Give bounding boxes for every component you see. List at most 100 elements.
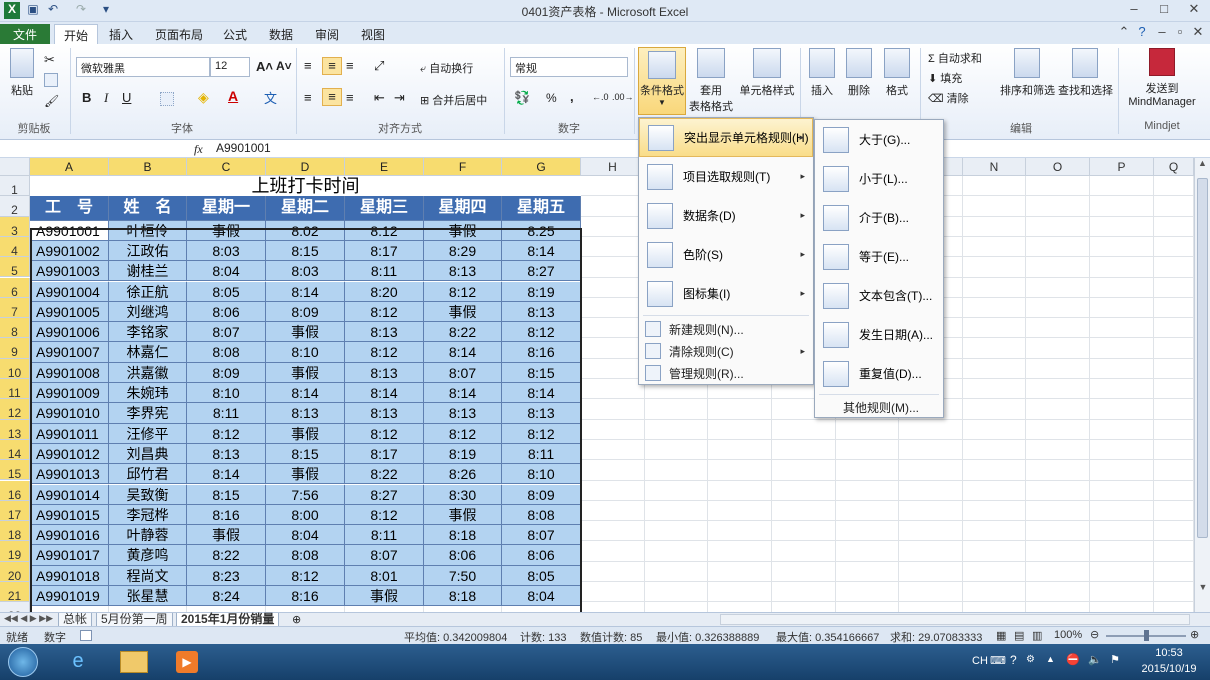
table-header-cell[interactable]: 工 号 [30,196,109,221]
help-tray-icon[interactable]: ? [1010,653,1017,667]
table-cell[interactable]: 8:05 [502,565,581,586]
table-cell[interactable]: 8:07 [345,545,424,566]
table-cell[interactable]: 8:14 [266,383,345,404]
table-cell[interactable]: A9901008 [30,362,109,383]
sort-filter-button[interactable]: 排序和筛选 [1000,48,1055,98]
select-all-corner[interactable] [0,158,30,176]
table-cell[interactable]: 叶桓伶 [109,220,187,241]
table-cell[interactable]: 吴致衡 [109,484,187,505]
table-cell[interactable]: 8:11 [345,525,424,546]
view-normal-icon[interactable]: ▦ [996,629,1006,642]
table-cell[interactable]: 8:12 [424,281,502,302]
table-cell[interactable]: 江政佑 [109,240,187,262]
number-format-combo[interactable]: 常规 [510,57,628,77]
row-header[interactable]: 8 [0,318,30,339]
table-cell[interactable]: 8:12 [345,301,424,323]
ie-icon[interactable]: e [64,650,92,674]
table-cell[interactable]: 8:06 [502,545,581,566]
cond-menu-item[interactable]: 数据条(D) ▸ [639,196,813,235]
table-cell[interactable]: 8:25 [502,220,581,241]
percent-button[interactable]: % [546,91,557,105]
table-cell[interactable]: 8:14 [424,383,502,404]
submenu-item[interactable]: 介于(B)... [815,198,943,237]
start-button[interactable] [8,647,38,677]
table-cell[interactable]: A9901015 [30,504,109,526]
scroll-down-icon[interactable]: ▼ [1195,582,1210,592]
row-header[interactable]: 21 [0,582,30,603]
table-cell[interactable]: 洪嘉徽 [109,362,187,383]
table-cell[interactable]: 事假 [266,464,345,485]
row-header[interactable]: 17 [0,500,30,522]
clock-time[interactable]: 10:53 [1144,647,1194,659]
table-cell[interactable]: 8:12 [345,504,424,526]
table-cell[interactable]: 8:13 [266,403,345,424]
grow-font-icon[interactable]: A˄ [256,59,273,74]
cond-menu-small-item[interactable]: 清除规则(C) ▸ [639,340,813,362]
table-cell[interactable]: 8:12 [345,423,424,444]
table-cell[interactable]: 8:17 [345,443,424,465]
row-header[interactable]: 22 [0,602,30,612]
table-cell[interactable]: 8:22 [424,322,502,343]
column-header[interactable]: P [1090,158,1154,176]
cond-menu-item[interactable]: 项目选取规则(T) ▸ [639,157,813,196]
table-cell[interactable]: A9901005 [30,301,109,323]
row-header[interactable]: 13 [0,419,30,441]
table-cell[interactable]: 8:13 [502,301,581,323]
table-cell[interactable]: 事假 [266,423,345,444]
table-cell[interactable]: 8:09 [266,301,345,323]
zoom-out-icon[interactable]: ⊖ [1090,628,1099,641]
table-cell[interactable]: 李冠桦 [109,504,187,526]
fx-icon[interactable]: fx [194,142,203,157]
table-cell[interactable]: 8:15 [187,484,266,505]
table-cell[interactable]: 8:14 [502,240,581,262]
table-cell[interactable]: 7:56 [266,484,345,505]
column-header[interactable]: N [963,158,1026,176]
table-cell[interactable]: A9901007 [30,342,109,363]
table-cell[interactable]: 8:12 [266,565,345,586]
table-cell[interactable]: 林嘉仁 [109,342,187,363]
table-cell[interactable]: 8:07 [424,362,502,383]
cond-menu-item[interactable]: 色阶(S) ▸ [639,235,813,274]
table-header-cell[interactable]: 星期二 [266,196,345,221]
table-cell[interactable]: 张星慧 [109,586,187,607]
table-cell[interactable]: 8:00 [266,504,345,526]
table-cell[interactable]: 8:24 [187,586,266,607]
table-cell[interactable]: 8:12 [502,423,581,444]
table-cell[interactable]: 8:04 [187,261,266,282]
maximize-button[interactable]: □ [1152,1,1176,19]
row-header[interactable]: 15 [0,460,30,481]
table-header-cell[interactable]: 星期三 [345,196,424,221]
format-cells-button[interactable]: 格式 [880,48,914,98]
table-cell[interactable]: 刘昌典 [109,443,187,465]
row-header[interactable]: 7 [0,297,30,319]
table-cell[interactable]: 朱婉玮 [109,383,187,404]
table-cell[interactable]: 8:02 [266,220,345,241]
column-header[interactable]: Q [1154,158,1194,176]
table-cell[interactable]: 叶静蓉 [109,525,187,546]
table-cell[interactable]: 8:20 [345,281,424,302]
action-center-icon[interactable]: ⚑ [1110,653,1120,666]
table-cell[interactable]: 8:13 [187,443,266,465]
delete-cells-button[interactable]: 删除 [842,48,876,98]
table-cell[interactable]: 8:14 [187,464,266,485]
table-cell[interactable]: A9901006 [30,322,109,343]
table-cell[interactable]: 8:08 [502,504,581,526]
align-bottom-icon[interactable]: ≡ [346,58,354,73]
table-cell[interactable]: 8:12 [424,423,502,444]
table-cell[interactable]: 7:50 [424,565,502,586]
clear-button[interactable]: ⌫ 清除 [928,90,969,106]
cut-icon[interactable]: ✂ [44,52,55,68]
table-cell[interactable]: 8:13 [502,403,581,424]
sheet-tab-jan-sales[interactable]: 2015年1月份销量 [176,613,280,627]
sheet-tab-week1[interactable]: 5月份第一周 [96,613,173,627]
paste-button[interactable]: 粘贴 [6,48,38,118]
row-header[interactable]: 6 [0,277,30,299]
table-cell[interactable]: 8:01 [345,565,424,586]
submenu-item[interactable]: 发生日期(A)... [815,315,943,354]
table-cell[interactable]: 8:14 [345,383,424,404]
table-cell[interactable]: 8:17 [345,240,424,262]
font-name-combo[interactable]: 微软雅黑 [76,57,210,77]
row-header[interactable]: 2 [0,196,30,217]
tab-insert[interactable]: 插入 [100,24,142,44]
underline-button[interactable]: U [122,90,131,105]
